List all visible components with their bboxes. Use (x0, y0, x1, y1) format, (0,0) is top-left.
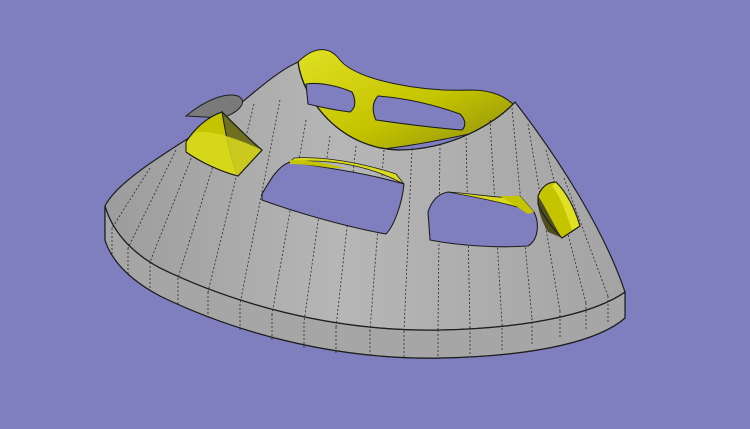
3d-scene[interactable] (0, 0, 750, 429)
3d-viewport[interactable] (0, 0, 750, 429)
window-front-right[interactable] (427, 191, 538, 248)
